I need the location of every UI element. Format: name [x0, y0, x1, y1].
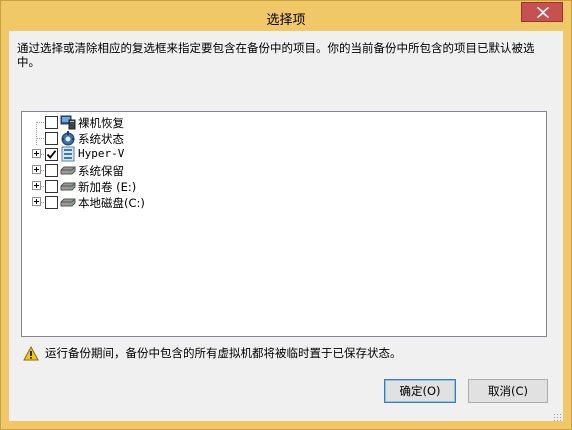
- warning-text: 运行备份期间，备份中包含的所有虚拟机都将被临时置于已保存状态。: [45, 346, 402, 360]
- title-bar[interactable]: 选择项: [1, 1, 571, 31]
- expand-system-reserved-button[interactable]: [32, 165, 41, 174]
- tree-item-label: Hyper-V: [78, 147, 125, 160]
- cancel-button[interactable]: 取消(C): [468, 379, 548, 403]
- backup-items-tree[interactable]: 裸机恢复 系统状态 Hyper-V 系统保留 新加卷 (E:) 本地磁盘(C:): [21, 111, 547, 337]
- ok-button[interactable]: 确定(O): [384, 379, 456, 403]
- tree-item-system-state[interactable]: 系统状态: [22, 130, 322, 146]
- drive-icon: [60, 198, 76, 207]
- expand-local-disk-c-button[interactable]: [32, 197, 41, 206]
- dialog-title: 选择项: [266, 13, 306, 28]
- dialog-body: 通过选择或清除相应的复选框来指定要包含在备份中的项目。你的当前备份中所包含的项目…: [9, 31, 563, 421]
- close-button[interactable]: [521, 2, 563, 22]
- checkbox-local-disk-c[interactable]: [45, 196, 58, 209]
- resize-grip[interactable]: [553, 413, 561, 421]
- close-icon: [537, 7, 549, 18]
- hyper-v-icon: [61, 146, 75, 162]
- checkbox-bare-metal-recovery[interactable]: [45, 116, 58, 129]
- drive-icon: [60, 182, 76, 191]
- tree-connector: [37, 138, 45, 139]
- checkbox-system-reserved[interactable]: [45, 164, 58, 177]
- tree-connector: [36, 122, 37, 130]
- tree-connector: [37, 122, 45, 123]
- select-items-dialog: 选择项 通过选择或清除相应的复选框来指定要包含在备份中的项目。你的当前备份中所包…: [0, 0, 572, 430]
- tree-item-system-reserved[interactable]: 系统保留: [22, 162, 322, 178]
- checkbox-hyper-v[interactable]: [45, 148, 58, 161]
- expand-new-volume-e-button[interactable]: [32, 181, 41, 190]
- expand-hyper-v-button[interactable]: [32, 149, 41, 158]
- tree-item-bare-metal-recovery[interactable]: 裸机恢复: [22, 114, 322, 130]
- tree-item-label: 系统状态: [78, 132, 124, 146]
- tree-item-new-volume-e[interactable]: 新加卷 (E:): [22, 178, 322, 194]
- tree-item-label: 裸机恢复: [78, 116, 124, 130]
- checkbox-new-volume-e[interactable]: [45, 180, 58, 193]
- warning-icon: [23, 346, 39, 361]
- instruction-text: 通过选择或清除相应的复选框来指定要包含在备份中的项目。你的当前备份中所包含的项目…: [17, 41, 535, 69]
- tree-item-local-disk-c[interactable]: 本地磁盘(C:): [22, 194, 322, 210]
- bare-metal-recovery-icon: [60, 115, 76, 130]
- system-state-icon: [61, 131, 75, 146]
- drive-icon: [60, 166, 76, 175]
- tree-item-label: 新加卷 (E:): [78, 180, 137, 194]
- checkbox-system-state[interactable]: [45, 132, 58, 145]
- check-icon: [46, 150, 57, 159]
- tree-item-hyper-v[interactable]: Hyper-V: [22, 146, 322, 162]
- tree-item-label: 系统保留: [78, 164, 124, 178]
- tree-item-label: 本地磁盘(C:): [78, 196, 145, 210]
